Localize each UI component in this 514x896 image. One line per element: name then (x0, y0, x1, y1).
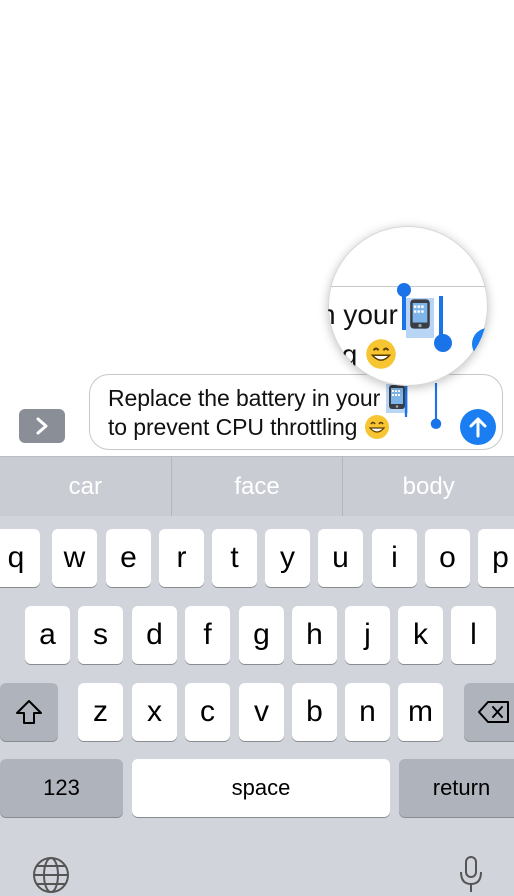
predictive-bar: car face body (0, 456, 514, 516)
numbers-key-label: 123 (43, 775, 80, 800)
key-f[interactable]: f (185, 606, 230, 664)
grinning-face-icon (364, 415, 389, 439)
key-e[interactable]: e (106, 529, 151, 587)
magnified-selection-handles (397, 283, 488, 360)
key-j[interactable]: j (345, 606, 390, 664)
globe-button[interactable] (30, 854, 72, 896)
arrow-up-icon (469, 417, 487, 438)
keyboard: car face body q w e r t y u i o p a s d … (0, 456, 514, 896)
key-o[interactable]: o (425, 529, 470, 587)
key-w[interactable]: w (52, 529, 97, 587)
microphone-icon (460, 856, 482, 892)
globe-icon (33, 857, 69, 893)
delete-key[interactable] (464, 683, 514, 741)
key-l[interactable]: l (451, 606, 496, 664)
key-x[interactable]: x (132, 683, 177, 741)
key-p[interactable]: p (478, 529, 514, 587)
key-y[interactable]: y (265, 529, 310, 587)
send-button[interactable] (460, 409, 496, 445)
key-d[interactable]: d (132, 606, 177, 664)
backspace-icon (478, 701, 509, 723)
key-r[interactable]: r (159, 529, 204, 587)
message-line-1: Replace the battery in your (108, 385, 381, 411)
key-c[interactable]: c (185, 683, 230, 741)
key-k[interactable]: k (398, 606, 443, 664)
message-text[interactable]: Replace the battery in your to prevent C… (108, 384, 448, 442)
key-u[interactable]: u (318, 529, 363, 587)
selection-handle-end[interactable] (430, 383, 442, 429)
key-g[interactable]: g (239, 606, 284, 664)
numbers-key[interactable]: 123 (0, 759, 123, 817)
space-key[interactable]: space (132, 759, 390, 817)
prediction-1[interactable]: car (0, 457, 172, 516)
key-v[interactable]: v (239, 683, 284, 741)
key-m[interactable]: m (398, 683, 443, 741)
text-magnifier: n your ing (328, 226, 488, 386)
prediction-3[interactable]: body (343, 457, 514, 516)
key-z[interactable]: z (78, 683, 123, 741)
key-q[interactable]: q (0, 529, 40, 587)
message-line-2: to prevent CPU throttling (108, 414, 358, 440)
key-n[interactable]: n (345, 683, 390, 741)
shift-key[interactable] (0, 683, 58, 741)
key-a[interactable]: a (25, 606, 70, 664)
space-key-label: space (231, 775, 291, 800)
key-t[interactable]: t (212, 529, 257, 587)
key-b[interactable]: b (292, 683, 337, 741)
dictation-button[interactable] (456, 854, 486, 896)
key-i[interactable]: i (372, 529, 417, 587)
return-key-label: return (432, 775, 491, 800)
key-s[interactable]: s (78, 606, 123, 664)
key-h[interactable]: h (292, 606, 337, 664)
shift-icon (16, 700, 42, 724)
expand-apps-button[interactable] (19, 409, 65, 443)
return-key[interactable]: return (399, 759, 514, 817)
chevron-right-icon (36, 417, 48, 435)
prediction-2[interactable]: face (172, 457, 344, 516)
